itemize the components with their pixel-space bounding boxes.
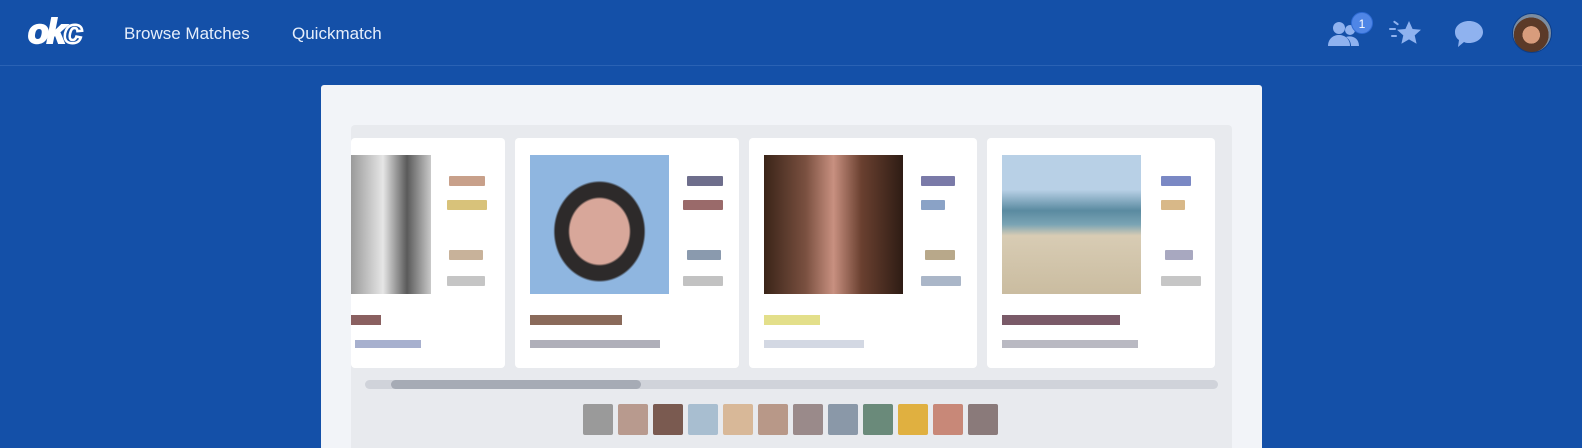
match-stat <box>921 200 945 210</box>
thumbnail[interactable] <box>863 404 893 435</box>
thumbnail[interactable] <box>828 404 858 435</box>
match-stat <box>449 250 483 260</box>
match-stat <box>449 176 485 186</box>
match-stat <box>921 276 961 286</box>
thumbnail[interactable] <box>933 404 963 435</box>
thumbnail[interactable] <box>793 404 823 435</box>
match-details <box>1002 340 1138 348</box>
match-photo[interactable] <box>351 155 431 294</box>
nav-browse-matches[interactable]: Browse Matches <box>124 24 250 44</box>
match-photo[interactable] <box>1002 155 1141 294</box>
nav-quickmatch[interactable]: Quickmatch <box>292 24 382 44</box>
scrollbar-thumb[interactable] <box>391 380 641 389</box>
thumbnail[interactable] <box>583 404 613 435</box>
star-burst-icon[interactable] <box>1388 16 1424 52</box>
match-card[interactable] <box>987 138 1215 368</box>
match-stat <box>683 276 723 286</box>
match-photo[interactable] <box>530 155 669 294</box>
match-stat <box>687 250 721 260</box>
thumbnail[interactable] <box>688 404 718 435</box>
match-name <box>764 315 820 325</box>
match-card[interactable] <box>351 138 505 368</box>
match-stat <box>687 176 723 186</box>
thumbnail-strip <box>583 404 998 436</box>
match-stat <box>1161 276 1201 286</box>
match-details <box>764 340 864 348</box>
thumbnail[interactable] <box>968 404 998 435</box>
notification-badge: 1 <box>1351 12 1373 34</box>
match-photo[interactable] <box>764 155 903 294</box>
thumbnail[interactable] <box>758 404 788 435</box>
match-stat <box>683 200 723 210</box>
match-name <box>1002 315 1120 325</box>
match-card[interactable] <box>749 138 977 368</box>
match-name <box>530 315 622 325</box>
match-details <box>530 340 660 348</box>
match-stat <box>921 176 955 186</box>
match-stat <box>447 276 485 286</box>
thumbnail[interactable] <box>723 404 753 435</box>
thumbnail[interactable] <box>898 404 928 435</box>
thumbnail[interactable] <box>618 404 648 435</box>
carousel-scrollbar[interactable] <box>365 380 1218 389</box>
match-details <box>355 340 421 348</box>
match-name <box>351 315 381 325</box>
match-card[interactable] <box>515 138 739 368</box>
thumbnail[interactable] <box>653 404 683 435</box>
top-nav: okc Browse Matches Quickmatch 1 <box>0 0 1582 66</box>
avatar[interactable] <box>1512 13 1552 53</box>
match-stat <box>1165 250 1193 260</box>
main-panel <box>321 85 1262 448</box>
matches-carousel <box>351 125 1232 448</box>
chat-icon[interactable] <box>1451 16 1487 52</box>
cards-track <box>351 138 1232 368</box>
match-stat <box>925 250 955 260</box>
match-stat <box>1161 176 1191 186</box>
match-stat <box>1161 200 1185 210</box>
match-stat <box>447 200 487 210</box>
okc-logo[interactable]: okc <box>27 14 84 51</box>
